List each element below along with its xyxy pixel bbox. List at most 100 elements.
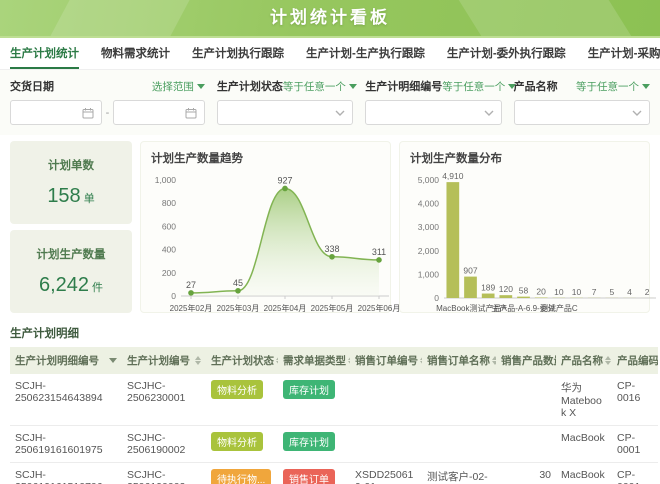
column-header-5[interactable]: 销售订单名称 [422,347,496,374]
column-label: 销售订单编号 [355,353,418,368]
trend-chart-card: 计划生产数量趋势 02004006008001,000272025年02月452… [140,141,391,313]
filter-plan-detail-no-op[interactable]: 等于任意一个 [442,79,516,94]
filter-plan-detail-no-label: 生产计明细编号 [365,78,442,94]
svg-text:2025年02月: 2025年02月 [170,303,213,313]
svg-text:0: 0 [434,293,439,303]
filter-product-name-op[interactable]: 等于任意一个 [576,79,650,94]
table-cell [422,374,496,426]
tab-2[interactable]: 生产计划执行跟踪 [192,38,284,69]
table-cell [422,426,496,463]
filter-arrow-icon[interactable] [109,358,117,363]
date-start-input[interactable] [10,100,102,125]
column-label: 生产计划状态 [211,353,274,368]
table-cell: MacBook [556,426,612,463]
svg-text:MacBook: MacBook [436,304,470,313]
dropdown-arrow-icon [642,84,650,89]
svg-text:600: 600 [162,221,176,231]
calendar-icon[interactable] [82,107,94,119]
stat-value: 6,242件 [14,274,128,297]
stat-card-plan-count: 计划单数 158单 [10,141,132,224]
plan-status-select[interactable] [217,100,353,125]
filter-product-name: 产品名称 等于任意一个 [514,78,650,125]
chevron-down-icon [484,110,494,116]
svg-text:311: 311 [372,247,386,257]
table-cell [350,426,422,463]
svg-text:907: 907 [463,266,477,276]
table-cell: SCJHC-2506190002 [122,463,206,484]
svg-text:45: 45 [233,278,243,288]
trend-area-chart: 02004006008001,000272025年02月452025年03月92… [147,166,399,316]
plan-detail-no-select[interactable] [365,100,501,125]
date-end-input[interactable] [113,100,205,125]
column-header-7[interactable]: 产品名称 [556,347,612,374]
table-cell [496,426,556,463]
table-row: SCJH-250623154643894SCJHC-2506230001物料分析… [10,374,658,426]
sort-icon[interactable] [492,356,496,365]
status-badge: 销售订单 [283,469,335,484]
table-cell [496,374,556,426]
plan-detail-table: 生产计划明细编号生产计划编号生产计划状态需求单据类型销售订单编号销售订单名称销售… [10,347,658,484]
sort-icon[interactable] [605,356,611,365]
app-header: 计划统计看板 [0,0,660,38]
table-cell: SCJHC-2506230001 [122,374,206,426]
table-cell: 物料分析 [206,426,278,463]
column-header-8[interactable]: 产品编码 [612,347,658,374]
table-cell: SCJH-250619161510706 [10,463,122,484]
svg-text:测试产品C: 测试产品C [540,303,578,313]
tab-5[interactable]: 生产计划-采购执行跟踪 [588,38,660,69]
tab-3[interactable]: 生产计划-生产执行跟踪 [306,38,425,69]
filter-bar: 交货日期 选择范围 - 生产计划状态 等于任意一个 [0,70,660,135]
column-header-3[interactable]: 需求单据类型 [278,347,350,374]
sort-icon[interactable] [195,356,201,365]
svg-text:1,000: 1,000 [418,269,440,279]
tab-0[interactable]: 生产计划统计 [10,38,79,69]
filter-plan-detail-no: 生产计明细编号 等于任意一个 [365,78,501,125]
filter-delivery-date-op[interactable]: 选择范围 [152,79,205,94]
tab-4[interactable]: 生产计划-委外执行跟踪 [447,38,566,69]
table-cell: SCJHC-2506190002 [122,426,206,463]
svg-text:58: 58 [519,286,529,296]
tab-1[interactable]: 物料需求统计 [101,38,170,69]
table-cell: MacBook [556,463,612,484]
chevron-down-icon [632,110,642,116]
column-label: 生产计划编号 [127,353,190,368]
svg-text:2025年05月: 2025年05月 [311,303,354,313]
calendar-icon[interactable] [185,107,197,119]
status-badge: 物料分析 [211,432,263,451]
svg-text:927: 927 [277,175,292,185]
filter-plan-status-op[interactable]: 等于任意一个 [283,79,357,94]
column-header-0[interactable]: 生产计划明细编号 [10,347,122,374]
column-label: 产品名称 [561,353,603,368]
page-title: 计划统计看板 [0,0,660,36]
svg-text:20: 20 [536,287,546,297]
svg-text:2025年03月: 2025年03月 [217,303,260,313]
stat-title: 计划生产数量 [14,246,128,262]
table-cell: CP-0016 [612,374,658,426]
filter-plan-status-label: 生产计划状态 [217,78,283,94]
table-cell: 库存计划 [278,426,350,463]
table-cell: 30 [496,463,556,484]
column-header-1[interactable]: 生产计划编号 [122,347,206,374]
sort-icon[interactable] [420,356,422,365]
column-header-6[interactable]: 销售产品数量 [496,347,556,374]
svg-text:1,000: 1,000 [155,175,177,185]
column-header-2[interactable]: 生产计划状态 [206,347,278,374]
distribution-chart-card: 计划生产数量分布 01,0002,0003,0004,0005,0004,910… [399,141,650,313]
tab-bar: 生产计划统计物料需求统计生产计划执行跟踪生产计划-生产执行跟踪生产计划-委外执行… [0,38,660,70]
column-header-4[interactable]: 销售订单编号 [350,347,422,374]
chevron-down-icon [335,110,345,116]
table-title: 生产计划明细 [10,325,650,341]
status-badge: 待执行物... [211,469,271,484]
column-label: 产品编码 [617,353,658,368]
column-label: 销售订单名称 [427,353,490,368]
sort-icon[interactable] [276,356,278,365]
svg-text:800: 800 [162,198,176,208]
svg-text:2025年04月: 2025年04月 [264,303,307,313]
table-cell: 物料分析 [206,374,278,426]
product-name-select[interactable] [514,100,650,125]
sort-icon[interactable] [348,356,350,365]
svg-text:10: 10 [572,287,582,297]
distribution-bar-chart: 01,0002,0003,0004,0005,0004,910MacBook90… [406,166,658,316]
column-label: 销售产品数量 [501,353,556,368]
stat-column: 计划单数 158单 计划生产数量 6,242件 [10,141,132,313]
